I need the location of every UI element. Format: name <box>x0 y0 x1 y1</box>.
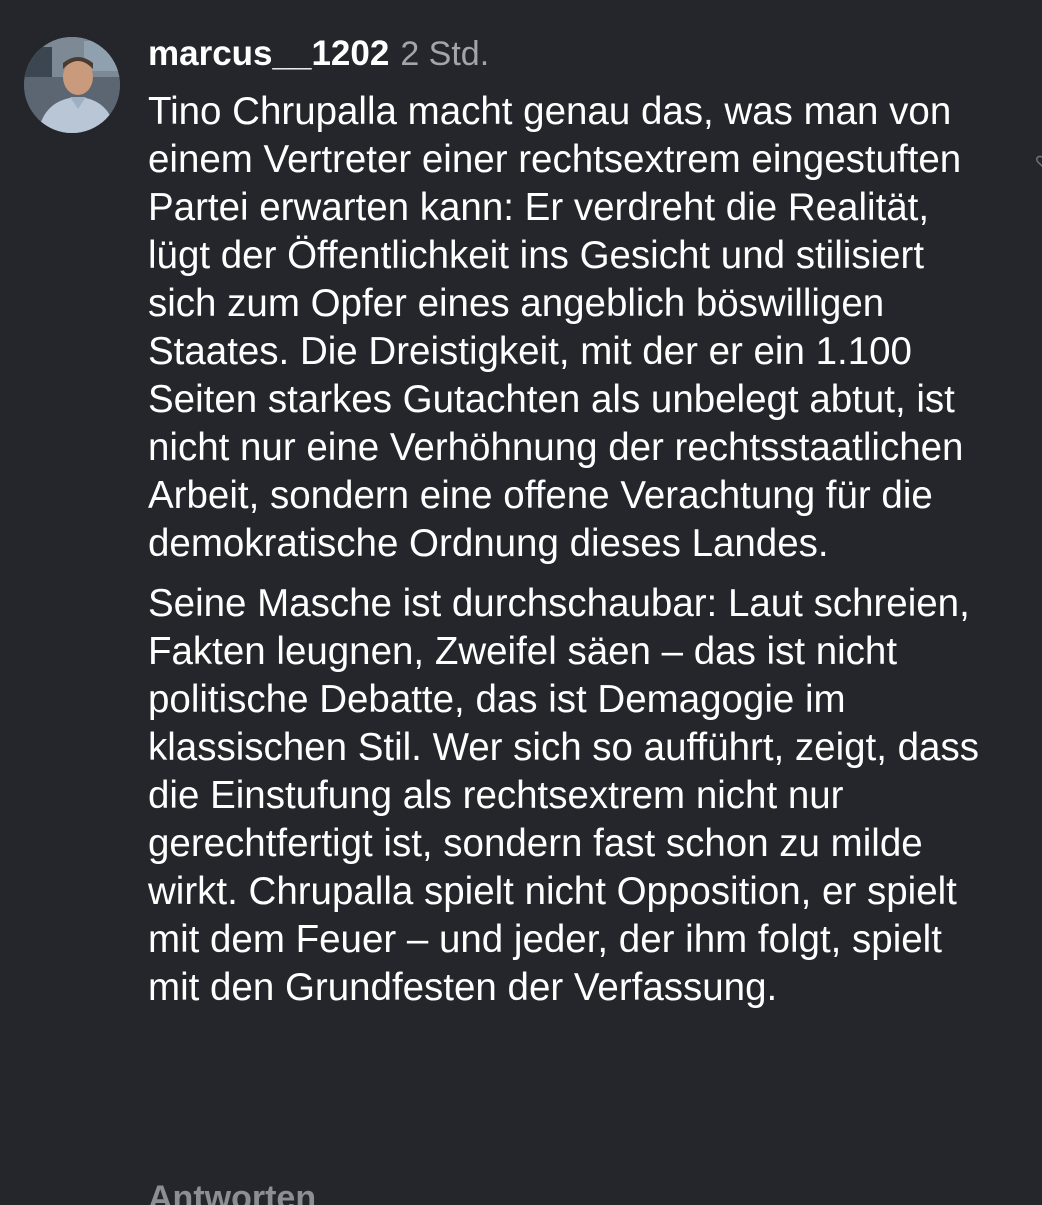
user-avatar-icon <box>24 37 120 133</box>
comment-paragraph: Seine Masche ist durchschaubar: Laut sch… <box>148 582 979 1009</box>
avatar[interactable] <box>24 37 120 133</box>
username-link[interactable]: marcus__1202 <box>148 34 389 74</box>
heart-icon[interactable] <box>1036 155 1042 169</box>
comment-text: Tino Chrupalla macht genau das, was man … <box>148 88 998 1012</box>
comment-item: marcus__1202 2 Std. Tino Chrupalla macht… <box>0 0 1042 1205</box>
comment-paragraph: Tino Chrupalla macht genau das, was man … <box>148 90 964 565</box>
comment-header: marcus__1202 2 Std. <box>148 34 489 78</box>
comment-timestamp: 2 Std. <box>400 35 490 73</box>
reply-button[interactable]: Antworten <box>148 1179 316 1205</box>
